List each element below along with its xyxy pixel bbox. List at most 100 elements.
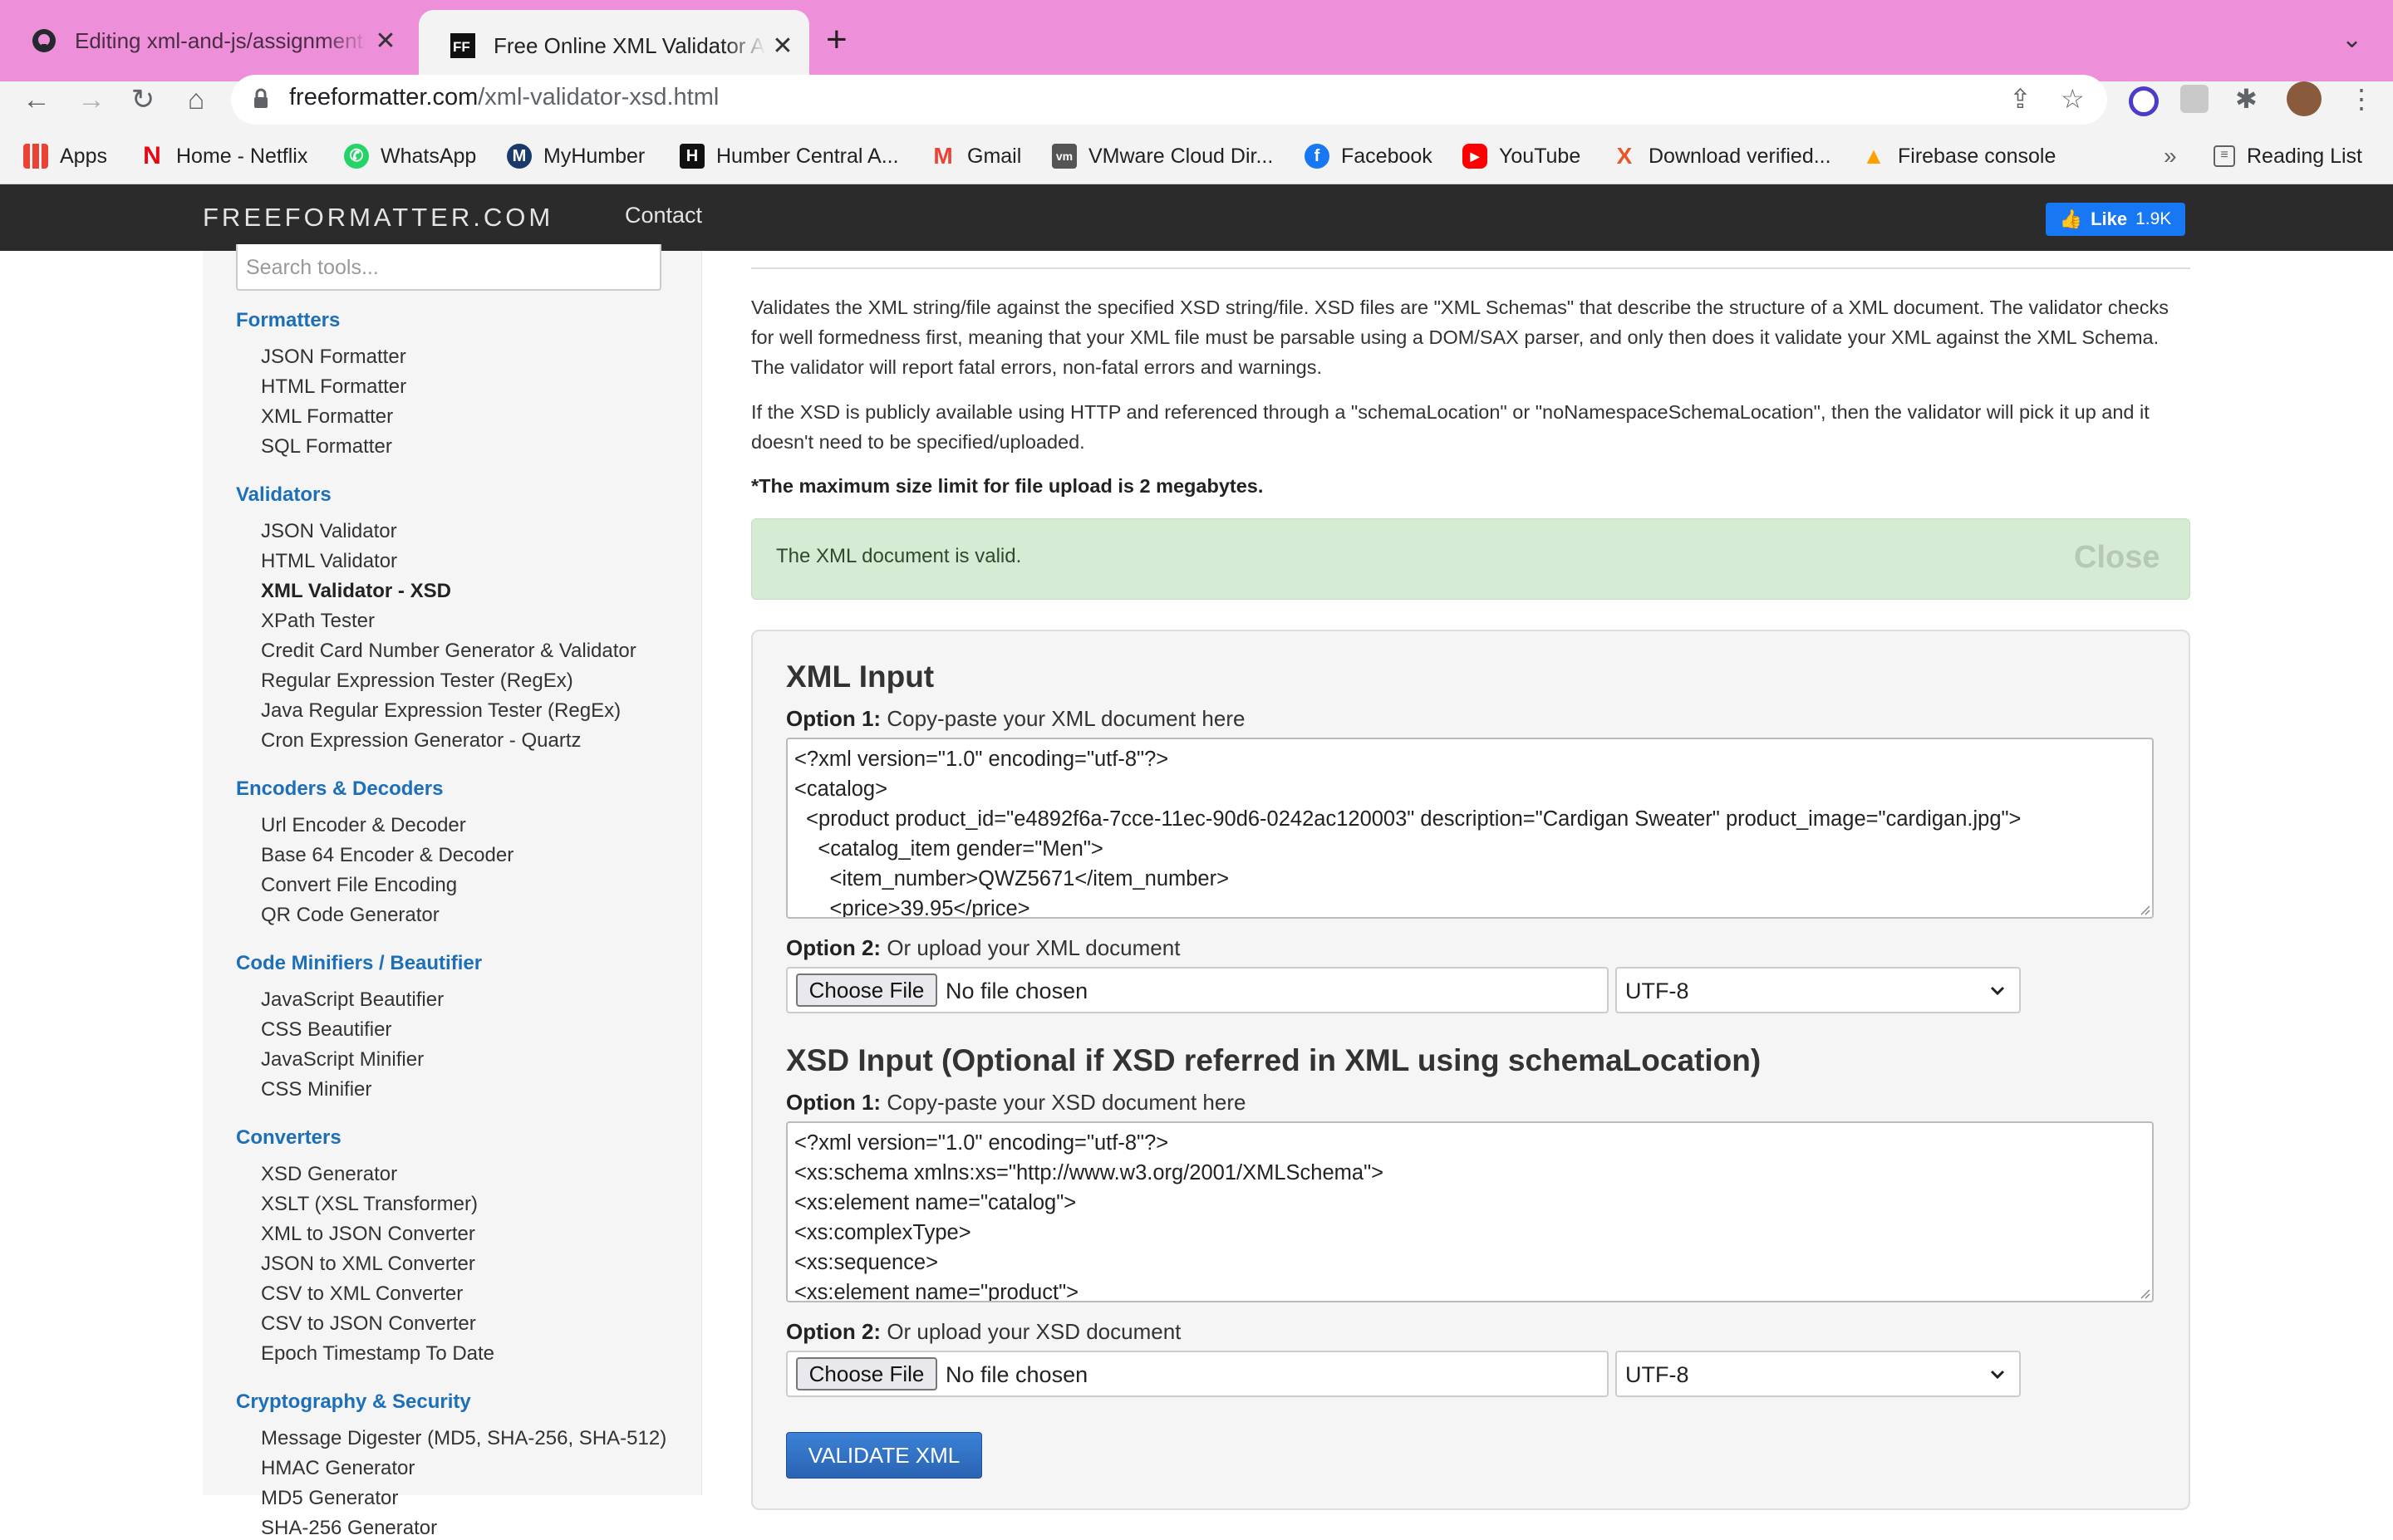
tab-close-icon[interactable]: ✕ [766,32,799,61]
sidebar-item[interactable]: Regular Expression Tester (RegEx) [261,669,573,693]
code-line: <product product_id="e4892f6a-7cce-11ec-… [794,807,2022,831]
resize-grip-icon[interactable] [2137,1286,2150,1299]
bookmark-vmware[interactable]: vm VMware Cloud Dir... [1052,138,1273,174]
alert-close-button[interactable]: Close [2074,540,2160,576]
sidebar-item[interactable]: JSON Formatter [261,346,406,369]
sidebar-item[interactable]: MD5 Generator [261,1487,398,1510]
bookmark-label: Download verified... [1649,144,1831,168]
back-icon[interactable]: ← [18,85,55,115]
sidebar-item[interactable]: JSON to XML Converter [261,1253,475,1276]
site-brand[interactable]: FREEFORMATTER.COM [203,203,553,233]
firebase-icon: ▲ [1862,143,1885,169]
xml-choose-file-button[interactable]: Choose File [796,974,937,1007]
sidebar-item[interactable]: Credit Card Number Generator & Validator [261,640,636,663]
bookmark-label: WhatsApp [381,144,477,168]
bookmark-download-verified[interactable]: X Download verified... [1612,138,1831,174]
validate-xml-button[interactable]: VALIDATE XML [786,1432,982,1479]
bookmark-myhumber[interactable]: M MyHumber [507,138,645,174]
forward-icon[interactable]: → [73,85,110,115]
contact-link[interactable]: Contact [625,203,702,228]
upload-limit-note: *The maximum size limit for file upload … [751,475,1264,497]
sidebar-item[interactable]: Message Digester (MD5, SHA-256, SHA-512) [261,1427,666,1450]
xsd-textarea[interactable]: <?xml version="1.0" encoding="utf-8"?> <x… [786,1121,2154,1302]
sidebar-item[interactable]: XSLT (XSL Transformer) [261,1193,478,1216]
tab-freeformatter[interactable]: FF Free Online XML Validator Against XSD… [419,10,809,81]
tab-close-icon[interactable]: ✕ [369,27,402,56]
new-tab-icon[interactable]: + [826,22,848,58]
bookmark-humber-central[interactable]: H Humber Central A... [680,138,899,174]
xsd-choose-file-button[interactable]: Choose File [796,1357,937,1390]
sidebar-item[interactable]: XML Formatter [261,405,393,429]
bookmark-gmail[interactable]: M Gmail [931,138,1021,174]
facebook-like-button[interactable]: 👍 Like 1.9K [2046,203,2185,236]
tab-github[interactable]: Editing xml-and-js/assignment ✕ [0,0,412,81]
sidebar-item[interactable]: HTML Formatter [261,375,406,399]
sidebar-item[interactable]: HMAC Generator [261,1457,415,1480]
sidebar-item[interactable]: Base 64 Encoder & Decoder [261,844,513,867]
sidebar-item[interactable]: SHA-256 Generator [261,1517,437,1540]
bookmark-star-icon[interactable]: ☆ [2061,83,2085,115]
bookmarks-overflow-icon[interactable]: » [2164,138,2177,174]
search-input[interactable]: Search tools... [236,244,661,291]
sidebar-section-heading: Code Minifiers / Beautifier [236,952,483,974]
sidebar-item[interactable]: Java Regular Expression Tester (RegEx) [261,699,621,723]
share-icon[interactable]: ⇪ [2009,83,2032,115]
sidebar-item[interactable]: CSS Minifier [261,1078,371,1101]
option-text: Copy-paste your XSD document here [887,1090,1246,1115]
sidebar-item[interactable]: JavaScript Minifier [261,1048,424,1072]
github-icon [32,29,56,52]
sidebar-item[interactable]: JSON Validator [261,520,397,543]
sidebar-item[interactable]: Epoch Timestamp To Date [261,1342,494,1366]
xml-no-file-text: No file chosen [946,978,1088,1003]
sidebar-item[interactable]: CSV to XML Converter [261,1283,463,1306]
xsd-input-heading: XSD Input (Optional if XSD referred in X… [786,1043,1762,1077]
xsd-encoding-select[interactable]: UTF-8 [1615,1351,2021,1397]
bookmark-youtube[interactable]: ▶ YouTube [1462,138,1580,174]
reading-list[interactable]: ≡ Reading List [2214,138,2362,174]
extension-grey-icon[interactable] [2180,85,2209,113]
bookmark-apps[interactable]: Apps [23,138,107,174]
xml-textarea[interactable]: <?xml version="1.0" encoding="utf-8"?> <c… [786,738,2154,919]
encoding-value: UTF-8 [1625,1362,1689,1387]
home-icon[interactable]: ⌂ [178,85,214,115]
sidebar-item[interactable]: JavaScript Beautifier [261,988,444,1012]
tab-title: Editing xml-and-js/assignment [75,27,363,53]
url-text[interactable]: freeformatter.com/xml-validator-xsd.html [289,84,719,111]
schema-location-paragraph: If the XSD is publicly available using H… [751,401,2150,453]
code-line: <?xml version="1.0" encoding="utf-8"?> [794,1131,1169,1155]
bookmark-facebook[interactable]: f Facebook [1305,138,1432,174]
resize-grip-icon[interactable] [2137,902,2150,915]
code-line: <xs:element name="product"> [794,1281,1079,1302]
reading-list-icon: ≡ [2214,145,2235,167]
sidebar-item[interactable]: CSS Beautifier [261,1018,391,1042]
apps-grid-icon [23,144,48,169]
bookmark-label: Humber Central A... [716,144,899,168]
profile-avatar[interactable] [2287,81,2322,116]
reload-icon[interactable]: ↻ [125,85,161,115]
bookmark-netflix[interactable]: N Home - Netflix [140,138,307,174]
extension-circle-icon[interactable] [2129,86,2159,116]
puzzle-extensions-icon[interactable]: ✱ [2235,83,2258,115]
sidebar-item[interactable]: SQL Formatter [261,435,392,459]
option-label: Option 1: [786,706,882,731]
sidebar-item[interactable]: XPath Tester [261,610,375,633]
reading-list-label: Reading List [2247,144,2362,168]
bookmark-whatsapp[interactable]: ✆ WhatsApp [344,138,476,174]
bookmark-firebase[interactable]: ▲ Firebase console [1861,138,2056,174]
xml-encoding-select[interactable]: UTF-8 [1615,967,2021,1013]
tab-search-chevron-icon[interactable]: ⌄ [2341,25,2362,54]
sidebar-item[interactable]: XSD Generator [261,1163,397,1186]
sidebar-item[interactable]: XML to JSON Converter [261,1223,475,1246]
sidebar-item[interactable]: Cron Expression Generator - Quartz [261,729,582,753]
option-text: Copy-paste your XML document here [887,706,1246,731]
sidebar-item[interactable]: Convert File Encoding [261,874,457,897]
sidebar-item[interactable]: Url Encoder & Decoder [261,814,466,837]
code-line: <xs:schema xmlns:xs="http://www.w3.org/2… [794,1161,1384,1184]
sidebar-item[interactable]: QR Code Generator [261,904,440,927]
xml-option1-label: Option 1: Copy-paste your XML document h… [786,706,1245,732]
menu-kebab-icon[interactable]: ⋮ [2348,83,2375,115]
sidebar-item[interactable]: CSV to JSON Converter [261,1312,476,1336]
like-count: 1.9K [2135,209,2172,228]
sidebar-item[interactable]: XML Validator - XSD [261,580,451,603]
sidebar-item[interactable]: HTML Validator [261,550,397,573]
